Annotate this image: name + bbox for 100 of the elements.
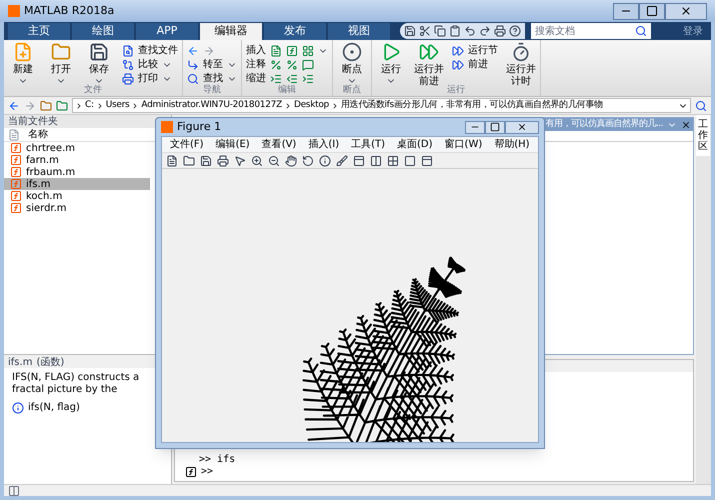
panel-icon[interactable] [421,154,433,166]
file-icon [8,128,20,140]
minimize-button[interactable] [465,120,485,134]
percent-icon[interactable] [286,58,298,70]
function-signature: ifs(N, flag) [28,401,80,415]
workspace-tab[interactable]: 工作区 [696,115,710,156]
indent-icon[interactable] [302,72,314,84]
ribbon-button[interactable]: 运行 [372,42,410,86]
path-segment[interactable]: 用迭代函数ifs画分形几何，非常有用，可以仿真画自然界的几何事物 [340,98,603,112]
percent-icon[interactable] [270,58,282,70]
file-row[interactable]: koch.m [4,190,150,202]
maximize-button[interactable] [639,2,665,20]
path-segment[interactable]: Desktop [294,98,329,112]
ribbon-button[interactable]: 查找文件 [122,44,178,57]
ribbon-tab[interactable]: 绘图 [72,23,134,40]
redo-icon[interactable] [479,25,491,37]
outdent-icon[interactable] [286,72,298,84]
menu-item[interactable]: 文件(F) [170,137,204,152]
menu-item[interactable]: 查看(V) [262,137,296,152]
run-advance-icon [419,42,439,62]
menu-item[interactable]: 窗口(W) [444,137,482,152]
indent-icon[interactable] [270,72,282,84]
cut-icon[interactable] [419,25,431,37]
help-icon[interactable] [509,25,521,37]
details-title: ifs.m [8,356,32,368]
ribbon-button[interactable]: 打开 [42,42,80,86]
breakpoint-icon [342,42,362,62]
save-icon[interactable] [404,25,416,37]
close-icon[interactable] [681,120,691,130]
path-segment[interactable]: C: [85,98,94,112]
file-row[interactable]: sierdr.m [4,202,150,214]
menu-item[interactable]: 帮助(H) [494,137,530,152]
ribbon-button[interactable]: 打印 [122,72,178,85]
hand-icon[interactable] [285,154,297,166]
ribbon-tab[interactable]: 发布 [264,23,326,40]
paste-icon[interactable] [449,25,461,37]
menu-item[interactable]: 桌面(D) [397,137,433,152]
new-file-icon[interactable] [166,154,178,166]
folder-icon[interactable] [40,100,52,112]
ribbon-button[interactable]: 查找 [187,72,237,85]
folder-icon[interactable] [183,154,195,166]
zoom-in-icon[interactable] [251,154,263,166]
search-icon[interactable] [635,25,647,37]
file-row[interactable]: frbaum.m [4,166,150,178]
details-type: (函数) [36,356,64,368]
file-row[interactable]: ifs.m [4,178,150,190]
ribbon-button[interactable]: 转至 [187,58,237,71]
menu-item[interactable]: 工具(T) [351,137,386,152]
path-segment[interactable]: Administrator.WIN7U-20180127Z [141,98,282,112]
menu-item[interactable]: 插入(I) [308,137,340,152]
printer-icon[interactable] [217,154,229,166]
close-button[interactable] [505,120,539,134]
save-icon[interactable] [200,154,212,166]
back-arrow-icon[interactable] [8,100,20,112]
search-icon[interactable] [695,100,707,112]
zoom-out-icon[interactable] [268,154,280,166]
path-segment[interactable]: Users [106,98,130,112]
ribbon-button[interactable]: 插入 [246,43,266,58]
close-icon [517,122,527,132]
function-description: IFS(N, FLAG) constructs a fractal picture by the [11,371,140,396]
close-button[interactable] [665,2,707,20]
printer-icon[interactable] [494,25,506,37]
ribbon-button[interactable]: 运行并前进 [410,42,448,88]
undo-icon[interactable] [464,25,476,37]
ribbon-tab[interactable]: APP [136,23,198,40]
ribbon-button[interactable]: 注释 [246,57,266,72]
ribbon-button[interactable]: 运行并计时 [502,42,540,88]
file-search-icon [122,44,134,56]
group-label: 导航 [202,85,222,96]
back-arrow-icon[interactable] [187,44,199,56]
ribbon-button[interactable]: 运行节 [452,44,498,57]
ribbon-button[interactable]: 断点 [333,42,371,86]
file-row[interactable]: farn.m [4,154,150,166]
ribbon-button[interactable]: 前进 [452,58,498,71]
brush-icon[interactable] [336,154,348,166]
ribbon-button[interactable]: 比较 [122,58,178,71]
printer-icon [122,72,134,84]
function-icon[interactable] [185,466,197,478]
ribbon-button[interactable]: 保存 [80,42,118,86]
ribbon-button[interactable]: 缩进 [246,71,266,86]
pointer-icon[interactable] [234,154,246,166]
grid-icon[interactable] [302,44,314,56]
ribbon-button[interactable]: 新建 [4,42,42,86]
file-row[interactable]: chrtree.m [4,142,150,154]
app-logo-icon [161,121,173,133]
rotate-icon[interactable] [302,154,314,166]
square-icon[interactable] [404,154,416,166]
comment-icon[interactable] [302,58,314,70]
folder-icon[interactable] [56,100,68,112]
group-label: 断点 [342,85,362,96]
column-header[interactable]: 名称 [28,127,48,142]
command-prompt[interactable]: >> [201,466,214,478]
function-file-icon [10,178,22,190]
ribbon-tab[interactable]: 主页 [8,23,70,40]
ribbon-tab[interactable]: 视图 [328,23,390,40]
copy-icon[interactable] [434,25,446,37]
menu-item[interactable]: 编辑(E) [216,137,250,152]
maximize-button[interactable] [485,120,505,134]
sign-in-link[interactable]: 登录 [683,24,703,38]
ribbon-tab[interactable]: 编辑器 [200,23,262,40]
